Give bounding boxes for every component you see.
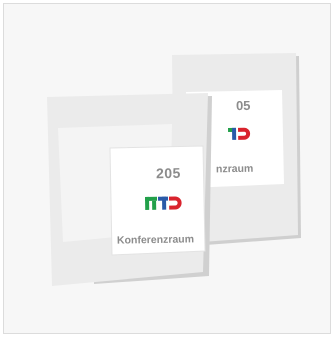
front-room-number: 205: [155, 164, 181, 182]
front-room-name: Konferenzraum: [116, 233, 195, 247]
back-room-number: 05: [235, 97, 251, 114]
back-room-name: nzraum: [215, 162, 254, 176]
front-sign: [47, 93, 212, 286]
